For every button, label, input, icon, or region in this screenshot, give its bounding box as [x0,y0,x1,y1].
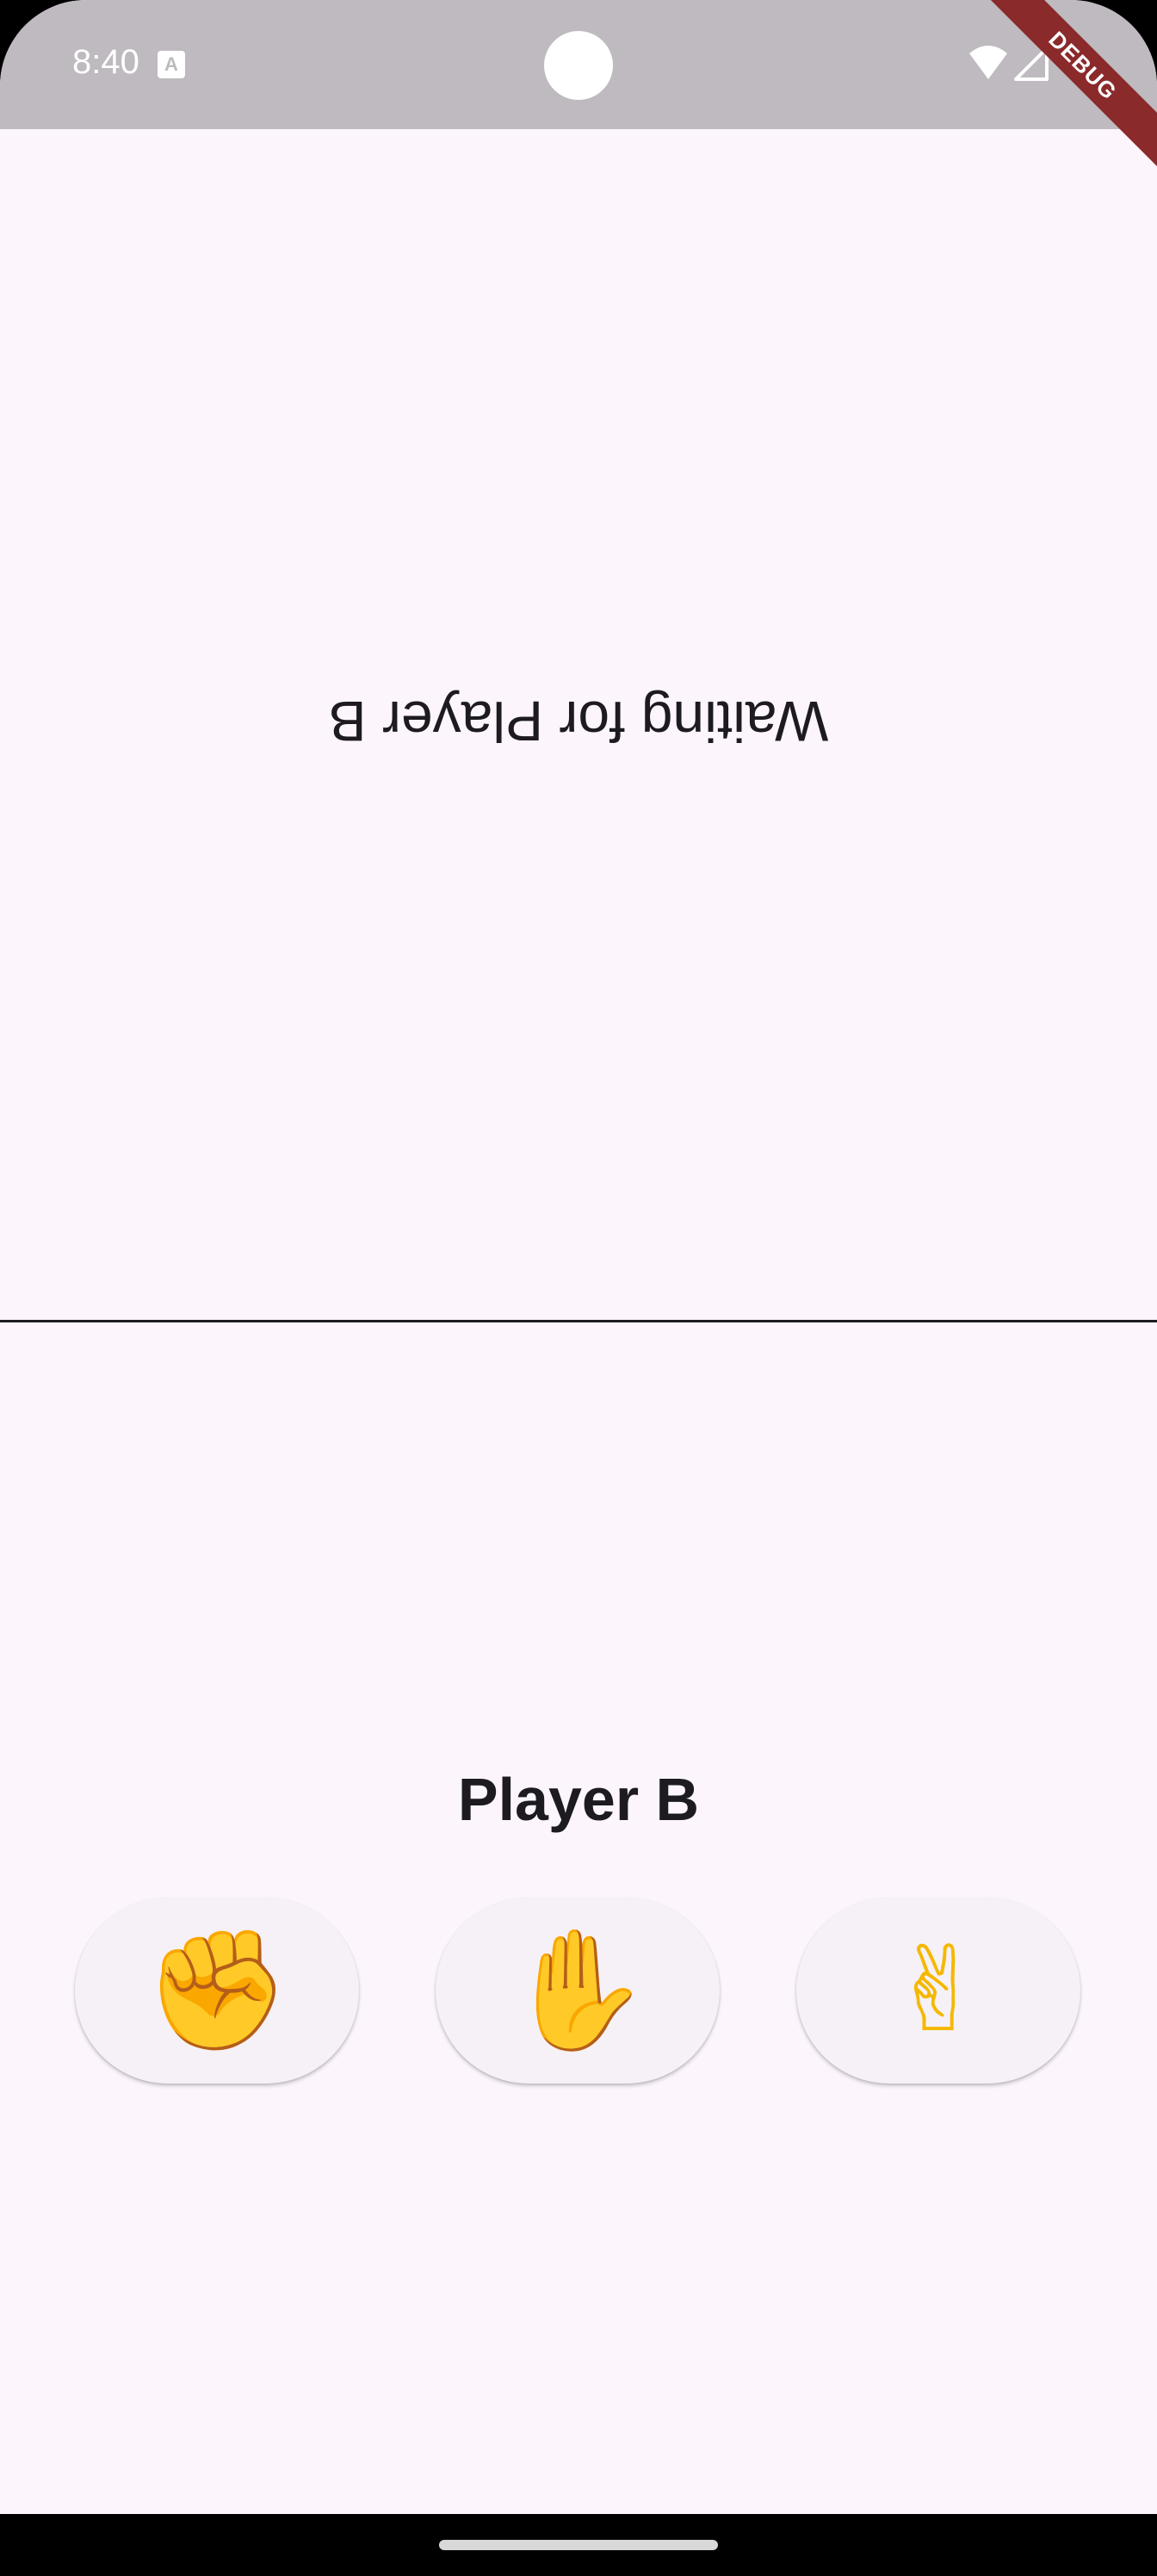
raised-fist-icon: ✊ [144,1923,290,2059]
notification-icon: A [158,51,185,78]
waiting-text: Waiting for Player B [328,690,829,753]
player-a-area: Waiting for Player B [0,129,1157,1321]
raised-hand-icon: ✋ [504,1923,651,2059]
debug-banner: DEBUG [985,0,1157,172]
camera-cutout [544,31,613,100]
player-label: Player B [457,1766,700,1833]
app-screen: 8:40 A DEBUG Waiting for Player B Player… [0,0,1157,2576]
rock-button[interactable]: ✊ [75,1898,359,2084]
status-bar: 8:40 A [0,0,1157,129]
divider [0,1320,1157,1322]
scissors-button[interactable]: ✌ [796,1898,1080,2084]
victory-hand-icon: ✌ [889,1923,987,2059]
status-time: 8:40 [72,43,139,81]
home-indicator[interactable] [439,2540,718,2550]
paper-button[interactable]: ✋ [436,1898,720,2084]
debug-label: DEBUG [985,0,1157,170]
